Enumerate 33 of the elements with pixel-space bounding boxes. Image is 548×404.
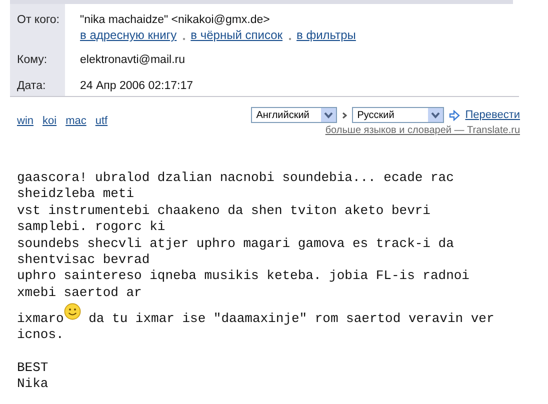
chevron-right-icon: [342, 112, 348, 118]
encoding-link[interactable]: win: [17, 115, 34, 136]
source-language-select[interactable]: Английский: [251, 107, 338, 123]
encoding-link[interactable]: mac: [66, 115, 86, 136]
message-line: uphro saintereso iqneba musikis keteba. jobia FL-is radnoi: [17, 268, 470, 284]
message-line: samplebi. rogorc ki: [17, 219, 166, 234]
field-label: Кому:: [17, 53, 48, 68]
message-line: shentvisac bevrad: [17, 252, 150, 267]
message-line: icnos.: [17, 327, 64, 342]
message-line: xmebi saertod ar: [17, 284, 142, 300]
sender-action-link[interactable]: в чёрный список: [190, 28, 283, 43]
arrow-right-icon: [449, 110, 460, 120]
sender-address: "nika machaidze" <nikakoi@gmx.de>: [80, 13, 271, 28]
message-line: BEST: [17, 360, 48, 375]
message-line: ixmaro: [17, 310, 64, 328]
field-value: 24 Апр 2006 02:17:17: [80, 79, 194, 94]
translate-link[interactable]: Перевести: [465, 109, 520, 121]
field-label: От кого:: [17, 13, 60, 28]
smiley-icon: [64, 303, 81, 320]
field-label: Дата:: [17, 79, 47, 94]
encoding-link[interactable]: koi: [42, 115, 57, 136]
message-line: soundebs shecvli atjer uphro magari gamova es track-i da: [17, 236, 454, 251]
message-line: da tu ixmar ise "daamaxinje" rom saertod veravin ver: [88, 310, 494, 328]
message-line: Nika: [17, 376, 48, 392]
field-value: elektronavti@mail.ru: [80, 53, 186, 68]
message-line: gaascora! ubralod dzalian nacnobi soundebia... ecade rac: [17, 170, 454, 185]
sender-action-link[interactable]: в адресную книгу: [80, 28, 177, 43]
encoding-link[interactable]: utf: [95, 115, 108, 136]
sender-action-link[interactable]: в фильтры: [296, 28, 356, 43]
target-language-select[interactable]: Русский: [352, 107, 444, 123]
more-languages-link[interactable]: больше языков и словарей — Translate.ru: [325, 125, 520, 136]
message-line: sheidzleba meti: [17, 186, 134, 202]
message-line: vst instrumentebi chaakeno da shen tviton aketo bevri: [17, 202, 430, 218]
